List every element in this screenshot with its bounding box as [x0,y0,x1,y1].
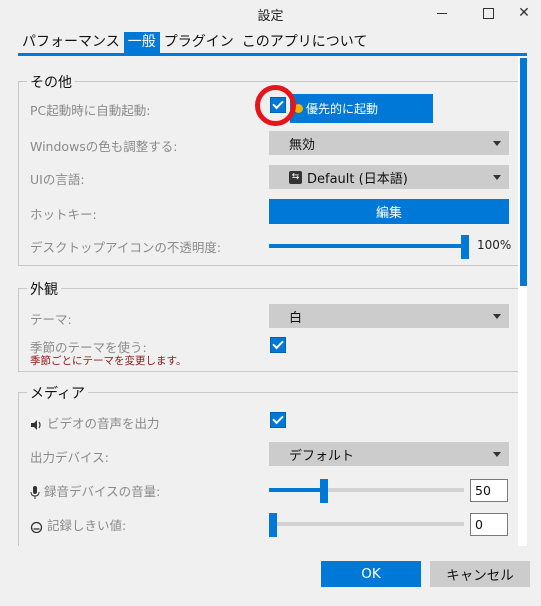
gauge-icon [30,521,43,533]
video-audio-checkbox[interactable] [270,412,286,428]
autostart-label: PC起動時に自動起動: [30,103,151,118]
group-media-legend: メディア [27,383,89,403]
seasonal-theme-note: 季節ごとにテーマを変更します。 [30,355,187,367]
ui-language-label: UIの言語: [30,172,85,187]
icon-opacity-slider[interactable] [461,235,469,259]
group-other-legend: その他 [27,72,75,92]
theme-dropdown[interactable]: 白 [269,304,509,328]
chevron-down-icon [493,175,501,180]
close-button[interactable]: ✕ [506,0,541,26]
checkmark-icon [272,412,284,425]
record-threshold-slider[interactable] [269,513,277,537]
minimize-icon [437,12,447,14]
maximize-button[interactable] [470,0,506,26]
windows-color-value: 無効 [289,137,316,153]
checkmark-icon [272,337,284,350]
tab-plugins[interactable]: プラグイン [160,32,238,54]
output-device-label: 出力デバイス: [30,450,109,465]
record-threshold-row: 記録しきい値: [30,515,126,534]
language-icon: ⇆ [289,170,302,184]
windows-color-label: Windowsの色も調整する: [30,139,178,154]
record-volume-input[interactable]: 50 [470,479,508,502]
record-threshold-input[interactable]: 0 [470,513,508,536]
output-device-dropdown[interactable]: デフォルト [269,442,509,466]
record-threshold-track [269,522,464,526]
microphone-icon [30,486,40,499]
output-device-value: デフォルト [289,448,355,464]
highlight-ring [255,85,296,126]
icon-opacity-fill [269,244,461,248]
video-audio-label: ビデオの音声を出力 [47,416,160,431]
record-volume-slider[interactable] [320,479,328,503]
cancel-button[interactable]: キャンセル [430,561,530,587]
priority-start-label: 優先的に起動 [306,102,379,116]
hotkey-label: ホットキー: [30,207,97,222]
record-volume-fill [269,488,320,492]
tab-performance[interactable]: パフォーマンス [18,32,124,54]
hotkey-edit-button[interactable]: 編集 [269,199,509,224]
tab-about[interactable]: このアプリについて [238,32,372,54]
title-bar: 設定 ✕ [0,0,541,28]
chevron-down-icon [493,141,501,146]
record-threshold-label: 記録しきい値: [47,518,127,533]
group-appearance-legend: 外観 [27,279,61,299]
priority-start-button[interactable]: 優先的に起動 [290,94,433,123]
maximize-icon [482,7,494,19]
scrollbar-thumb[interactable] [520,58,527,286]
chevron-down-icon [493,452,501,457]
icon-opacity-value: 100% [477,238,512,252]
speaker-icon [31,419,41,430]
seasonal-theme-checkbox[interactable] [270,337,286,353]
windows-color-dropdown[interactable]: 無効 [269,131,509,155]
minimize-button[interactable] [424,0,460,26]
ui-language-dropdown[interactable]: ⇆ Default (日本語) [269,165,509,189]
record-volume-label: 録音デバイスの音量: [44,484,161,499]
theme-value: 白 [289,310,303,326]
video-audio-row: ビデオの音声を出力 [30,413,160,432]
tab-general[interactable]: 一般 [123,32,160,54]
record-volume-row: 録音デバイスの音量: [30,481,160,500]
ui-language-value: Default (日本語) [307,171,408,187]
icon-opacity-label: デスクトップアイコンの不透明度: [30,240,222,255]
ok-button[interactable]: OK [321,561,421,587]
chevron-down-icon [493,314,501,319]
tab-bar: パフォーマンス 一般 プラグイン このアプリについて [18,32,371,54]
theme-label: テーマ: [30,312,72,327]
settings-content: その他 PC起動時に自動起動: 優先的に起動 Windowsの色も調整する: 無… [0,56,527,546]
close-icon: ✕ [518,5,530,21]
